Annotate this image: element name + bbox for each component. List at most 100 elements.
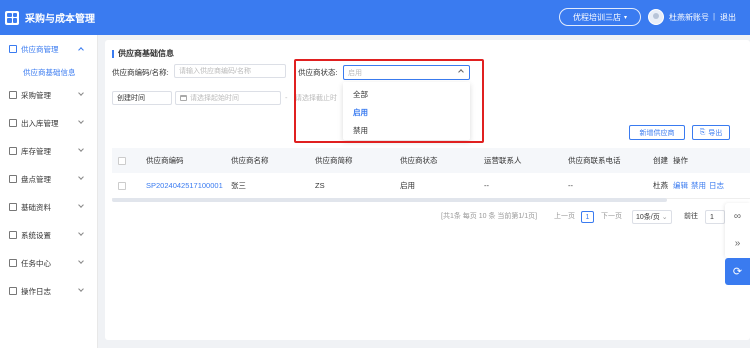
page-size-value: 10条/页 <box>636 214 660 221</box>
status-option-enabled[interactable]: 启用 <box>343 103 470 121</box>
header-separator: | <box>713 12 716 21</box>
link-icon[interactable]: ∞ <box>725 203 750 230</box>
chevron-up-icon <box>78 47 84 53</box>
chevron-down-icon <box>78 90 84 96</box>
double-chevron-right-icon[interactable]: » <box>725 230 750 257</box>
supplier-phone: -- <box>568 181 573 190</box>
column-header: 操作 <box>673 156 688 165</box>
table-header: 供应商编码 供应商名称 供应商简称 供应商状态 运营联系人 供应商联系电话 创建… <box>112 148 750 173</box>
caret-down-icon: ▾ <box>623 14 627 21</box>
cart-icon <box>9 91 17 99</box>
edit-link[interactable]: 编辑 <box>673 180 688 191</box>
export-icon: ⎘ <box>699 128 706 136</box>
sidebar-item-stocktake[interactable]: 盘点管理 <box>0 165 97 193</box>
code-filter-label: 供应商编码/名称: <box>112 68 169 77</box>
status-option-all[interactable]: 全部 <box>343 85 470 103</box>
inventory-icon <box>9 147 17 155</box>
page-jump-input[interactable]: 1 <box>705 210 725 224</box>
database-icon <box>9 203 17 211</box>
sidebar-item-tasks[interactable]: 任务中心 <box>0 249 97 277</box>
supplier-contact: -- <box>484 181 489 190</box>
sidebar-item-label: 任务中心 <box>21 258 51 268</box>
logout-link[interactable]: 退出 <box>720 12 736 23</box>
store-select[interactable]: 优程培训三店 ▾ <box>559 8 641 26</box>
column-header: 供应商联系电话 <box>568 156 621 165</box>
warehouse-icon <box>9 119 17 127</box>
column-header: 运营联系人 <box>484 156 522 165</box>
column-header: 供应商名称 <box>231 156 269 165</box>
supplier-icon <box>9 45 17 53</box>
sidebar-item-label: 出入库管理 <box>21 118 59 128</box>
end-date-input[interactable]: 请选择截止时 <box>291 91 346 105</box>
store-select-value: 优程培训三店 <box>572 12 621 22</box>
start-date-input[interactable]: 请选择起始时间 <box>175 91 281 105</box>
page-jump-label: 前往 <box>684 213 698 220</box>
chevron-down-icon <box>78 174 84 180</box>
column-header: 供应商简称 <box>315 156 353 165</box>
account-name[interactable]: 杜燕新账号 <box>669 12 709 23</box>
sidebar-item-label: 操作日志 <box>21 286 51 296</box>
code-search-placeholder: 请输入供应商编码/名称 <box>179 68 251 75</box>
caret-down-icon: ⌄ <box>661 214 668 221</box>
submenu-item-supplier-info[interactable]: 供应商基础信息 <box>0 63 97 81</box>
table-row: SP2024042517100001 张三 ZS 启用 -- -- 杜燕 编辑 … <box>112 173 750 199</box>
start-date-placeholder: 请选择起始时间 <box>190 95 239 102</box>
page-title: 供应商基础信息 <box>112 48 174 59</box>
table-horizontal-scrollbar[interactable] <box>112 198 667 202</box>
created-by: 杜燕 <box>653 181 668 190</box>
next-page-button[interactable]: 下一页 <box>601 211 622 221</box>
sidebar-item-basic-data[interactable]: 基础资料 <box>0 193 97 221</box>
page-number-current[interactable]: 1 <box>581 211 594 223</box>
supplier-status: 启用 <box>400 181 415 190</box>
column-header: 供应商编码 <box>146 156 184 165</box>
stocktake-icon <box>9 175 17 183</box>
chevron-down-icon <box>78 146 84 152</box>
status-option-disabled[interactable]: 禁用 <box>343 121 470 139</box>
chevron-up-icon <box>458 69 464 75</box>
date-type-select[interactable]: 创建时间 <box>112 91 172 105</box>
sidebar-item-purchase[interactable]: 采购管理 <box>0 81 97 109</box>
page-size-select[interactable]: 10条/页 ⌄ <box>632 210 672 224</box>
sidebar-item-settings[interactable]: 系统设置 <box>0 221 97 249</box>
sidebar-item-label: 系统设置 <box>21 230 51 240</box>
prev-page-button[interactable]: 上一页 <box>554 211 575 221</box>
disable-link[interactable]: 禁用 <box>691 180 706 191</box>
status-select-value: 启用 <box>348 69 362 77</box>
floating-toolbar: ∞ » <box>725 203 750 258</box>
add-supplier-button[interactable]: 新增供应商 <box>629 125 685 140</box>
status-select[interactable]: 启用 <box>343 65 470 80</box>
log-icon <box>9 287 17 295</box>
customer-service-icon[interactable]: ⟳ <box>725 258 750 285</box>
row-checkbox[interactable] <box>118 181 126 190</box>
page-title-text: 供应商基础信息 <box>118 49 174 58</box>
chevron-down-icon <box>78 118 84 124</box>
sidebar-item-logs[interactable]: 操作日志 <box>0 277 97 305</box>
log-link[interactable]: 日志 <box>709 180 724 191</box>
export-button[interactable]: ⎘ 导出 <box>692 125 730 140</box>
export-label: 导出 <box>708 129 723 137</box>
chevron-down-icon <box>78 202 84 208</box>
end-date-placeholder: 请选择截止时 <box>295 95 337 102</box>
top-header: 采购与成本管理 优程培训三店 ▾ 杜燕新账号 | 退出 <box>0 0 750 35</box>
sidebar-item-label: 供应商管理 <box>21 44 59 54</box>
submenu-item-label: 供应商基础信息 <box>23 67 76 77</box>
supplier-name: 张三 <box>231 181 246 190</box>
sidebar-item-label: 盘点管理 <box>21 174 51 184</box>
sidebar-item-label: 基础资料 <box>21 202 51 212</box>
select-all-checkbox[interactable] <box>118 156 126 165</box>
chevron-down-icon <box>78 286 84 292</box>
calendar-icon <box>180 95 187 101</box>
sidebar-item-supplier[interactable]: 供应商管理 <box>0 35 97 63</box>
supplier-table: 供应商编码 供应商名称 供应商简称 供应商状态 运营联系人 供应商联系电话 创建… <box>112 148 750 199</box>
supplier-code-link[interactable]: SP2024042517100001 <box>146 181 223 190</box>
code-search-input[interactable]: 请输入供应商编码/名称 <box>174 64 286 78</box>
page-number-text: 1 <box>585 213 590 221</box>
sidebar-item-stock-io[interactable]: 出入库管理 <box>0 109 97 137</box>
sidebar-item-inventory[interactable]: 库存管理 <box>0 137 97 165</box>
page-jump-value: 1 <box>710 213 714 221</box>
date-range-separator: - <box>285 93 288 102</box>
status-dropdown-menu: 全部 启用 禁用 <box>343 82 470 140</box>
task-icon <box>9 259 17 267</box>
avatar[interactable] <box>648 9 664 25</box>
status-filter-label: 供应商状态: <box>298 68 338 77</box>
